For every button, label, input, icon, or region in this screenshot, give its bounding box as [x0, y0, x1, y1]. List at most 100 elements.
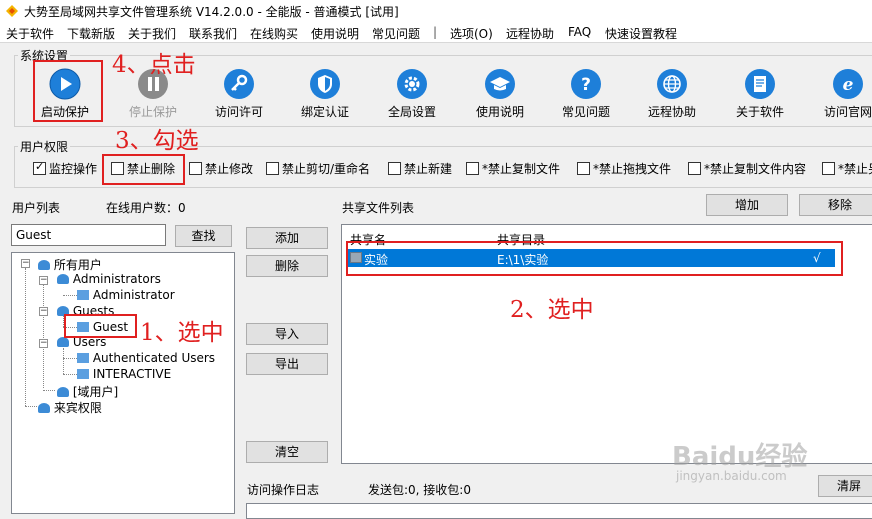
- remove-share-button[interactable]: 移除: [799, 194, 872, 216]
- tree-node-administrator[interactable]: Administrator: [77, 288, 175, 302]
- checkbox-no-create[interactable]: 禁止新建: [388, 160, 452, 176]
- tree-node-administrators[interactable]: Administrators: [57, 272, 161, 286]
- menu-contact[interactable]: 联系我们: [189, 25, 237, 42]
- menu-download[interactable]: 下载新版: [67, 25, 115, 42]
- tree-node-domain-users[interactable]: [域用户]: [57, 383, 118, 400]
- checkbox-box[interactable]: [577, 162, 590, 175]
- menu-buy[interactable]: 在线购买: [250, 25, 298, 42]
- app-icon: [6, 5, 18, 17]
- tree-node-interactive[interactable]: INTERACTIVE: [77, 367, 171, 381]
- tree-node-administrator-label: Administrator: [92, 288, 175, 302]
- annotation-step3: 3、勾选: [115, 128, 199, 154]
- tree-node-visitors[interactable]: 来宾权限: [38, 399, 102, 416]
- bind-auth-button[interactable]: 绑定认证: [285, 64, 365, 122]
- bind-auth-label: 绑定认证: [300, 105, 349, 119]
- checkbox-box[interactable]: ✓: [33, 160, 46, 175]
- computer-user-icon: [77, 369, 89, 379]
- checkbox-box[interactable]: [388, 162, 401, 175]
- tree-node-all-users[interactable]: 所有用户: [38, 256, 102, 273]
- user-group-icon: [57, 337, 69, 347]
- collapse-icon[interactable]: −: [39, 339, 48, 348]
- tree-line: [63, 358, 77, 359]
- graduation-cap-icon: [485, 69, 515, 99]
- watermark-url: jingyan.baidu.com: [676, 469, 787, 483]
- collapse-icon[interactable]: −: [39, 307, 48, 316]
- menu-bar: 关于软件 下载新版 关于我们 联系我们 在线购买 使用说明 常见问题 | 选项(…: [0, 22, 872, 43]
- tree-node-authenticated-users[interactable]: Authenticated Users: [77, 351, 215, 365]
- packet-stats: 发送包:0, 接收包:0: [368, 483, 471, 497]
- delete-button[interactable]: 删除: [246, 255, 328, 277]
- online-users-count: 在线用户数：0: [106, 201, 186, 215]
- checkbox-no-drag-file[interactable]: *禁止拖拽文件: [577, 160, 671, 176]
- official-site-button[interactable]: e 访问官网: [808, 64, 872, 122]
- annotation-box-share: [346, 241, 843, 276]
- add-share-button[interactable]: 增加: [706, 194, 788, 216]
- key-icon: [224, 69, 254, 99]
- user-permissions-label: 用户权限: [18, 138, 71, 155]
- usage-guide-label: 使用说明: [475, 105, 524, 119]
- window-title: 大势至局域网共享文件管理系统 V14.2.0.0 - 全能版 - 普通模式 [试…: [24, 5, 399, 19]
- menu-quick-setup[interactable]: 快速设置教程: [605, 25, 677, 42]
- checkbox-box[interactable]: [466, 162, 479, 175]
- faq-label: 常见问题: [561, 105, 610, 119]
- user-search-input[interactable]: Guest: [11, 224, 166, 246]
- menu-faq-cn[interactable]: 常见问题: [372, 25, 420, 42]
- check-icon: ✓: [35, 160, 45, 173]
- import-button[interactable]: 导入: [246, 323, 328, 345]
- tree-line: [43, 284, 44, 388]
- remote-assist-label: 远程协助: [647, 105, 696, 119]
- user-group-icon: [57, 387, 69, 397]
- checkbox-no-saveas-label: *禁止另: [838, 162, 872, 176]
- menu-faq[interactable]: FAQ: [568, 25, 591, 39]
- user-search-value: Guest: [16, 228, 52, 242]
- add-button[interactable]: 添加: [246, 227, 328, 249]
- svg-text:e: e: [843, 75, 854, 95]
- global-settings-label: 全局设置: [387, 105, 436, 119]
- checkbox-no-saveas[interactable]: *禁止另: [822, 160, 872, 176]
- about-software-button[interactable]: 关于软件: [720, 64, 800, 122]
- tree-node-authenticated-users-label: Authenticated Users: [92, 351, 216, 365]
- ie-icon: e: [833, 69, 863, 99]
- menu-help[interactable]: 使用说明: [311, 25, 359, 42]
- checkbox-box[interactable]: [822, 162, 835, 175]
- user-group-icon: [38, 403, 50, 413]
- user-group-icon: [38, 260, 50, 270]
- clear-screen-button[interactable]: 清屏: [818, 475, 872, 497]
- menu-remote[interactable]: 远程协助: [506, 25, 554, 42]
- checkbox-no-cut-rename[interactable]: 禁止剪切/重命名: [266, 160, 370, 176]
- official-site-label: 访问官网: [823, 105, 872, 119]
- question-icon: ?: [571, 69, 601, 99]
- annotation-box-start: [33, 60, 103, 122]
- checkbox-monitor-label: 监控操作: [49, 162, 98, 176]
- find-button[interactable]: 查找: [175, 225, 232, 247]
- global-settings-button[interactable]: 全局设置: [372, 64, 452, 122]
- access-log-label: 访问操作日志: [247, 483, 320, 497]
- faq-button[interactable]: ? 常见问题: [546, 64, 626, 122]
- checkbox-box[interactable]: [688, 162, 701, 175]
- stop-protection-label: 停止保护: [128, 105, 177, 119]
- remote-assist-button[interactable]: 远程协助: [632, 64, 712, 122]
- checkbox-no-copy-content[interactable]: *禁止复制文件内容: [688, 160, 806, 176]
- checkbox-no-modify[interactable]: 禁止修改: [189, 160, 253, 176]
- collapse-icon[interactable]: −: [21, 259, 30, 268]
- tree-line: [63, 295, 77, 296]
- menu-about-us[interactable]: 关于我们: [128, 25, 176, 42]
- shield-icon: [310, 69, 340, 99]
- annotation-step4: 4、点击: [112, 52, 196, 78]
- computer-user-icon: [77, 353, 89, 363]
- watermark-brand: Baidu经验: [672, 442, 808, 472]
- usage-guide-button[interactable]: 使用说明: [460, 64, 540, 122]
- checkbox-box[interactable]: [189, 162, 202, 175]
- checkbox-box[interactable]: [266, 162, 279, 175]
- menu-options[interactable]: 选项(O): [450, 25, 493, 42]
- menu-about-software[interactable]: 关于软件: [6, 25, 54, 42]
- clear-button[interactable]: 清空: [246, 441, 328, 463]
- tree-node-all-users-label: 所有用户: [53, 258, 102, 272]
- export-button[interactable]: 导出: [246, 353, 328, 375]
- collapse-icon[interactable]: −: [39, 276, 48, 285]
- checkbox-monitor[interactable]: ✓ 监控操作: [33, 160, 97, 176]
- tree-node-administrators-label: Administrators: [72, 272, 161, 286]
- access-permit-button[interactable]: 访问许可: [199, 64, 279, 122]
- checkbox-no-copy-file[interactable]: *禁止复制文件: [466, 160, 560, 176]
- tree-line: [25, 406, 37, 407]
